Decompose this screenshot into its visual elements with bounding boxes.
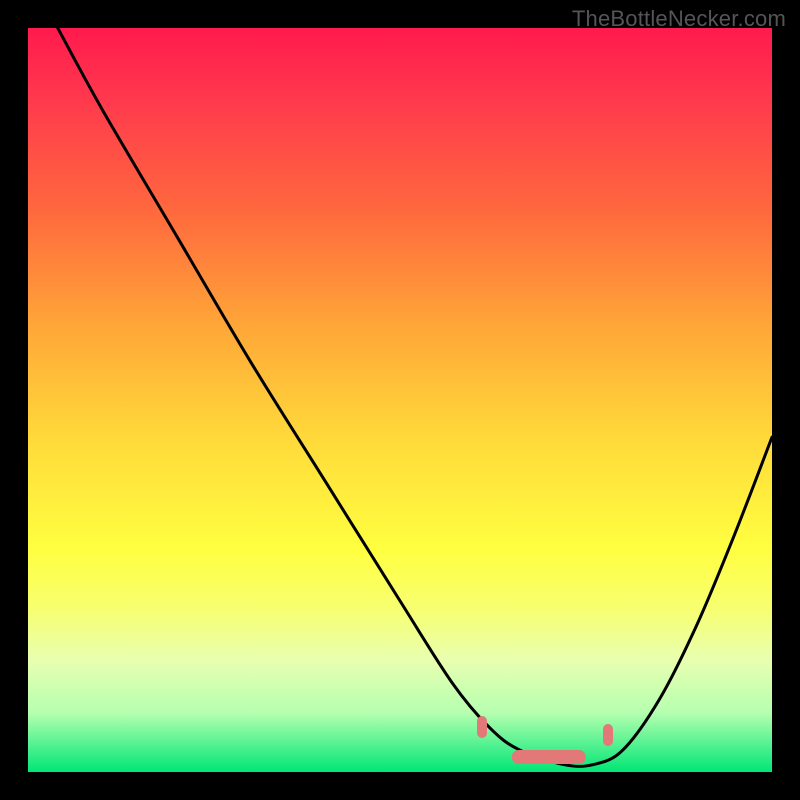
- marker-right: [603, 724, 613, 746]
- marker-left: [477, 716, 487, 738]
- bottleneck-curve: [28, 28, 772, 772]
- marker-bottom-blob: [512, 750, 586, 764]
- chart-container: TheBottleNecker.com: [0, 0, 800, 800]
- plot-area: [28, 28, 772, 772]
